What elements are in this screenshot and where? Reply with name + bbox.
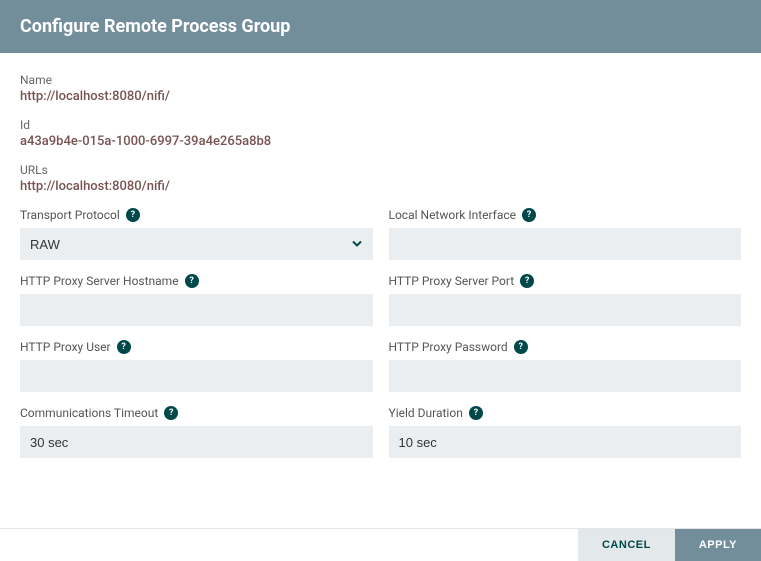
apply-button[interactable]: APPLY (675, 529, 761, 561)
dialog-content: Name http://localhost:8080/nifi/ Id a43a… (0, 53, 761, 492)
http-proxy-port-label: HTTP Proxy Server Port ? (389, 274, 742, 288)
transport-protocol-select[interactable] (20, 228, 373, 260)
id-value: a43a9b4e-015a-1000-6997-39a4e265a8b8 (20, 134, 741, 149)
dialog-title: Configure Remote Process Group (20, 16, 290, 37)
help-icon[interactable]: ? (520, 274, 534, 288)
help-icon[interactable]: ? (522, 208, 536, 222)
http-proxy-hostname-label: HTTP Proxy Server Hostname ? (20, 274, 373, 288)
urls-label: URLs (20, 163, 741, 177)
name-info: Name http://localhost:8080/nifi/ (20, 73, 741, 104)
cancel-button[interactable]: CANCEL (578, 529, 675, 561)
dialog-footer: CANCEL APPLY (0, 528, 761, 561)
transport-protocol-input[interactable] (20, 228, 373, 260)
help-icon[interactable]: ? (469, 406, 483, 420)
help-icon[interactable]: ? (164, 406, 178, 420)
id-label: Id (20, 118, 741, 132)
http-proxy-user-label: HTTP Proxy User ? (20, 340, 373, 354)
http-proxy-password-input[interactable] (389, 360, 742, 392)
name-label: Name (20, 73, 741, 87)
yield-duration-input[interactable] (389, 426, 742, 458)
help-icon[interactable]: ? (117, 340, 131, 354)
local-network-interface-input[interactable] (389, 228, 742, 260)
transport-protocol-label: Transport Protocol ? (20, 208, 373, 222)
help-icon[interactable]: ? (514, 340, 528, 354)
dialog-header: Configure Remote Process Group (0, 0, 761, 53)
local-network-interface-label: Local Network Interface ? (389, 208, 742, 222)
urls-info: URLs http://localhost:8080/nifi/ (20, 163, 741, 194)
help-icon[interactable]: ? (126, 208, 140, 222)
http-proxy-hostname-input[interactable] (20, 294, 373, 326)
urls-value: http://localhost:8080/nifi/ (20, 179, 741, 194)
id-info: Id a43a9b4e-015a-1000-6997-39a4e265a8b8 (20, 118, 741, 149)
yield-duration-label: Yield Duration ? (389, 406, 742, 420)
comm-timeout-input[interactable] (20, 426, 373, 458)
name-value: http://localhost:8080/nifi/ (20, 89, 741, 104)
http-proxy-user-input[interactable] (20, 360, 373, 392)
http-proxy-port-input[interactable] (389, 294, 742, 326)
comm-timeout-label: Communications Timeout ? (20, 406, 373, 420)
http-proxy-password-label: HTTP Proxy Password ? (389, 340, 742, 354)
help-icon[interactable]: ? (185, 274, 199, 288)
